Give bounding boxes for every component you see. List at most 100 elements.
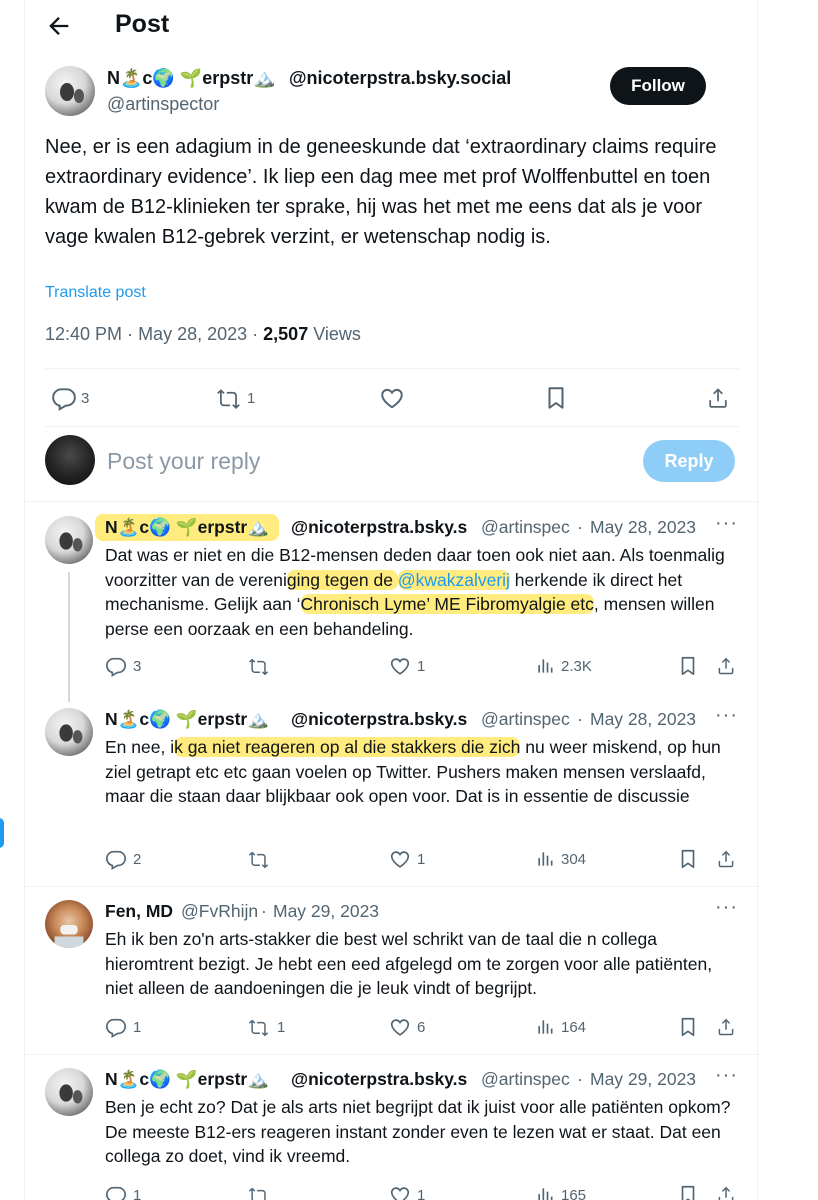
reply-count: 1	[133, 1186, 142, 1200]
avatar[interactable]	[45, 1068, 93, 1116]
post-time[interactable]: 12:40 PM	[45, 324, 122, 344]
reply-icon	[105, 1184, 127, 1200]
avatar[interactable]	[45, 900, 93, 948]
views-action[interactable]: 2.3K	[535, 655, 592, 677]
analytics-icon	[535, 1016, 555, 1038]
share-action[interactable]	[715, 1016, 737, 1038]
reply-date[interactable]: May 28, 2023	[590, 517, 696, 538]
back-arrow-icon[interactable]	[45, 12, 73, 40]
more-icon[interactable]: ···	[715, 512, 738, 535]
reply-date[interactable]: May 29, 2023	[590, 1069, 696, 1090]
repost-action[interactable]	[247, 655, 277, 677]
top-bar: Post	[25, 0, 759, 52]
reply-icon	[105, 848, 127, 870]
heart-icon	[379, 385, 405, 411]
views-action[interactable]: 304	[535, 848, 586, 870]
like-action[interactable]: 1	[389, 1184, 425, 1200]
reply-author-name[interactable]: N🏝️c🌍 🌱erpstr🏔️	[105, 709, 269, 730]
reply-handle[interactable]: @artinspec	[481, 709, 570, 730]
like-action[interactable]: 1	[389, 848, 425, 870]
analytics-icon	[535, 1184, 555, 1200]
like-action[interactable]: 6	[389, 1016, 425, 1038]
reply-action[interactable]: 2	[105, 848, 141, 870]
repost-icon	[247, 1184, 271, 1200]
repost-count: 1	[247, 389, 256, 407]
author-handle[interactable]: @artinspector	[107, 94, 219, 115]
reply-handle[interactable]: @artinspec	[481, 517, 570, 538]
avatar[interactable]	[45, 516, 93, 564]
reply-author-name[interactable]: Fen, MD	[105, 901, 173, 922]
reply-action[interactable]: 3	[105, 655, 141, 677]
analytics-icon	[535, 655, 555, 677]
reply-count: 3	[133, 657, 142, 675]
reply-handle[interactable]: @FvRhijn	[181, 901, 258, 922]
mention-link[interactable]: @kwakzalverij	[397, 569, 510, 590]
reply-action[interactable]: 1	[105, 1016, 141, 1038]
repost-icon	[215, 385, 243, 411]
like-count: 1	[417, 657, 426, 675]
views-count: 2.3K	[561, 657, 592, 675]
bookmark-action[interactable]	[677, 655, 699, 677]
bookmark-icon	[677, 1016, 699, 1038]
reply-action[interactable]: 3	[51, 385, 89, 411]
more-icon[interactable]: ···	[715, 896, 738, 919]
heart-icon	[389, 1184, 411, 1200]
share-action[interactable]	[715, 848, 737, 870]
reply-text: Eh ik ben zo'n arts-stakker die best wel…	[105, 929, 713, 998]
post-date[interactable]: May 28, 2023	[138, 324, 247, 344]
repost-count: 1	[277, 1018, 286, 1036]
reply-author-domain[interactable]: @nicoterpstra.bsky.s	[291, 709, 467, 730]
author-domain[interactable]: @nicoterpstra.bsky.social	[289, 68, 511, 89]
repost-icon	[247, 655, 271, 677]
translate-post-link[interactable]: Translate post	[45, 284, 146, 302]
author-name[interactable]: N🏝️c🌍 🌱erpstr🏔️	[107, 68, 276, 89]
post-text: Nee, er is een adagium in de geneeskunde…	[45, 136, 717, 248]
reply-date[interactable]: May 29, 2023	[273, 901, 379, 922]
share-action[interactable]	[715, 655, 737, 677]
reply-button[interactable]: Reply	[643, 440, 735, 482]
bookmark-icon	[543, 385, 569, 411]
reply-count: 1	[133, 1018, 142, 1036]
avatar[interactable]	[45, 66, 95, 116]
views-action[interactable]: 165	[535, 1184, 586, 1200]
reply-text: Dat was er niet en die B12-mensen deden …	[105, 545, 725, 639]
repost-icon	[247, 848, 271, 870]
reply-input[interactable]: Post your reply	[107, 448, 260, 475]
like-action[interactable]: 1	[389, 655, 425, 677]
follow-button[interactable]: Follow	[610, 67, 706, 105]
post-meta: 12:40 PM · May 28, 2023 · 2,507 Views	[45, 324, 361, 344]
like-action[interactable]	[379, 385, 405, 411]
page-title: Post	[115, 10, 170, 38]
share-action[interactable]	[715, 1184, 737, 1200]
reply-author-name[interactable]: N🏝️c🌍 🌱erpstr🏔️	[105, 1069, 269, 1090]
bookmark-action[interactable]	[677, 1184, 699, 1200]
avatar[interactable]	[45, 708, 93, 756]
bookmark-action[interactable]	[677, 1016, 699, 1038]
reply-author-domain[interactable]: @nicoterpstra.bsky.s	[291, 517, 467, 538]
bookmark-icon	[677, 1184, 699, 1200]
separator: ·	[577, 709, 583, 729]
more-icon[interactable]: ···	[715, 704, 738, 727]
views-action[interactable]: 164	[535, 1016, 586, 1038]
bookmark-action[interactable]	[677, 848, 699, 870]
separator: ·	[577, 1069, 583, 1089]
more-icon[interactable]: ···	[715, 1064, 738, 1087]
repost-action[interactable]	[247, 848, 277, 870]
reply-handle[interactable]: @artinspec	[481, 1069, 570, 1090]
share-icon	[715, 848, 737, 870]
reply-date[interactable]: May 28, 2023	[590, 709, 696, 730]
views-count: 164	[561, 1018, 587, 1036]
bookmark-action[interactable]	[543, 385, 569, 411]
repost-action[interactable]: 1	[247, 1016, 285, 1038]
like-count: 1	[417, 850, 426, 868]
divider	[25, 886, 759, 887]
share-icon	[715, 655, 737, 677]
share-action[interactable]	[705, 385, 731, 411]
reply-author-name[interactable]: N🏝️c🌍 🌱erpstr🏔️	[95, 514, 279, 541]
repost-action[interactable]	[247, 1184, 277, 1200]
share-icon	[715, 1016, 737, 1038]
repost-action[interactable]: 1	[215, 385, 255, 411]
views-count: 2,507	[263, 324, 309, 344]
reply-action[interactable]: 1	[105, 1184, 141, 1200]
reply-author-domain[interactable]: @nicoterpstra.bsky.s	[291, 1069, 467, 1090]
